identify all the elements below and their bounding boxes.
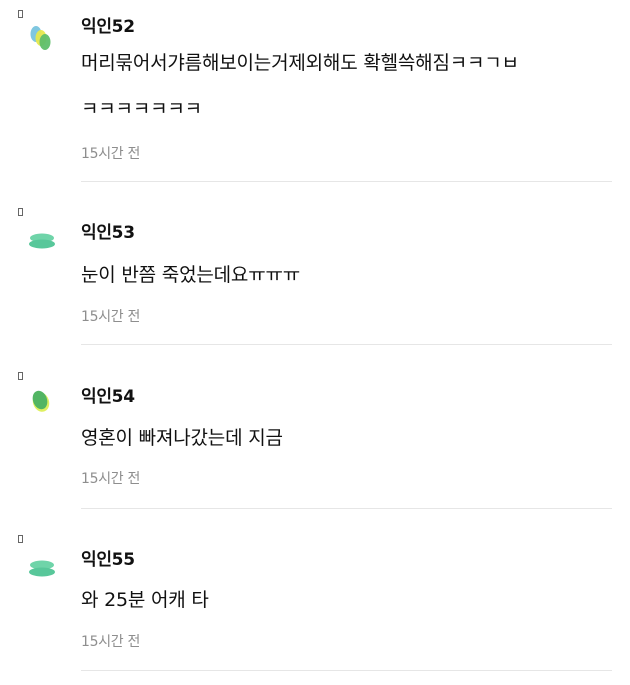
comment-timestamp: 15시간 전 (81, 634, 141, 650)
comment-timestamp: 15시간 전 (81, 309, 141, 325)
divider (81, 508, 612, 509)
comment-item: 익인55 와 25분 어캐 타 15시간 전 (0, 535, 630, 675)
avatar-blob-icon (30, 26, 51, 50)
avatar[interactable] (18, 208, 66, 256)
avatar-blob-icon (29, 233, 55, 249)
avatar[interactable] (18, 535, 66, 583)
comment-item: 익인53 눈이 반쯤 죽었는데요ㅠㅠㅠ 15시간 전 (0, 208, 630, 346)
comment-timestamp: 15시간 전 (81, 146, 141, 162)
comment-timestamp: 15시간 전 (81, 471, 141, 487)
comment-item: 익인52 머리묶어서갸름해보이는거제외해도 확헬쓱해짐ㅋㅋㄱㅂ ㅋㅋㅋㅋㅋㅋㅋ … (0, 10, 630, 182)
comment-text-line: 와 25분 어캐 타 (81, 589, 209, 611)
divider (81, 670, 612, 671)
avatar-blob-icon (32, 390, 50, 412)
comment-text-line: 눈이 반쯤 죽었는데요ㅠㅠㅠ (81, 264, 301, 286)
broken-image-icon (18, 208, 23, 216)
comment-author[interactable]: 익인54 (81, 382, 135, 407)
divider (81, 344, 612, 345)
divider (81, 181, 612, 182)
comment-text-line: ㅋㅋㅋㅋㅋㅋㅋ (81, 98, 202, 120)
broken-image-icon (18, 535, 23, 543)
broken-image-icon (18, 10, 23, 18)
avatar[interactable] (18, 10, 66, 58)
comment-author[interactable]: 익인55 (81, 545, 135, 570)
broken-image-icon (18, 372, 23, 380)
comment-author[interactable]: 익인53 (81, 218, 135, 243)
avatar-blob-icon (29, 560, 55, 577)
comment-text-line: 머리묶어서갸름해보이는거제외해도 확헬쓱해짐ㅋㅋㄱㅂ (81, 52, 519, 74)
comment-item: 익인54 영혼이 빠져나갔는데 지금 15시간 전 (0, 372, 630, 510)
avatar[interactable] (18, 372, 66, 420)
comment-text-line: 영혼이 빠져나갔는데 지금 (81, 427, 283, 449)
comment-author[interactable]: 익인52 (81, 12, 135, 37)
